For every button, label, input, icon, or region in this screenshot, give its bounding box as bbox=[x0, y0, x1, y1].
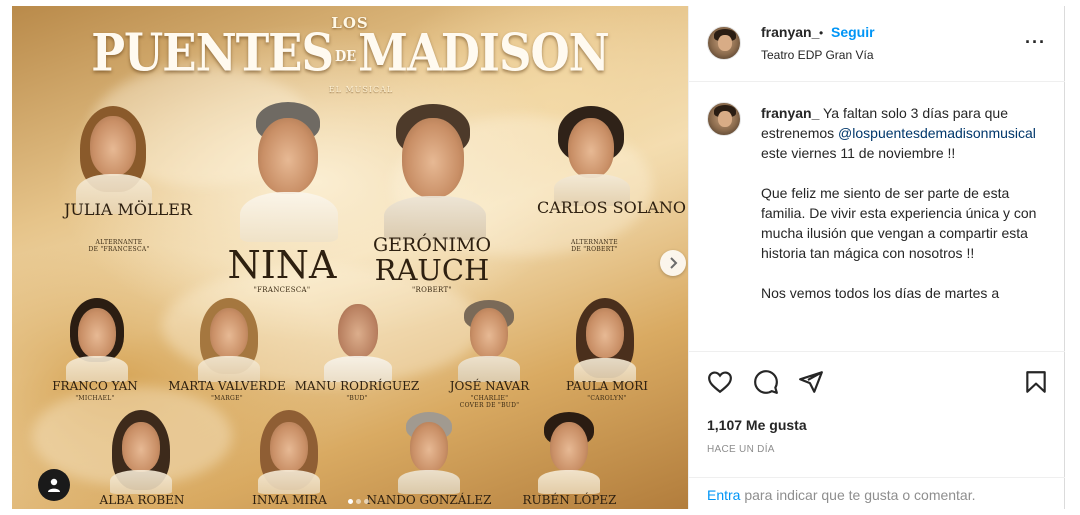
portrait-inma bbox=[256, 410, 322, 494]
likes-count[interactable]: 1,107 Me gusta bbox=[707, 417, 807, 433]
portrait-franco bbox=[64, 298, 130, 382]
cast-name: CARLOS SOLANO bbox=[537, 198, 687, 217]
cast-name: NANDO GONZÁLEZ bbox=[366, 493, 492, 507]
cast-name: MARTA VALVERDE bbox=[168, 379, 286, 393]
cast-role: "CAROLYN" bbox=[587, 395, 627, 402]
post-timestamp[interactable]: HACE UN DÍA bbox=[707, 444, 775, 455]
caption-text: este viernes 11 de noviembre !! bbox=[761, 145, 956, 161]
avatar[interactable] bbox=[707, 102, 741, 136]
share-icon[interactable] bbox=[798, 369, 824, 395]
caption-paragraph: Que feliz me siento de ser parte de esta… bbox=[761, 185, 1037, 261]
user-icon[interactable] bbox=[38, 469, 70, 501]
portrait-nando bbox=[396, 410, 462, 494]
logo-subtitle: EL MUSICAL bbox=[328, 85, 394, 94]
comment-icon[interactable] bbox=[753, 369, 779, 395]
cast-role: ALTERNANTE DE "FRANCESCA" bbox=[88, 239, 150, 253]
cast-name: INMA MIRA bbox=[252, 493, 327, 507]
follow-button[interactable]: Seguir bbox=[831, 24, 875, 40]
cast-role: "MICHAEL" bbox=[75, 395, 115, 402]
cast-role: "ROBERT" bbox=[412, 286, 452, 294]
carousel-dots bbox=[348, 491, 378, 504]
cast-role: "BUD" bbox=[346, 395, 368, 402]
login-prompt-text: para indicar que te gusta o comentar. bbox=[740, 487, 976, 503]
post-actions: 1,107 Me gusta HACE UN DÍA Entra para in… bbox=[689, 351, 1065, 509]
portrait-nina bbox=[234, 102, 344, 242]
portrait-marta bbox=[196, 298, 262, 382]
cast-name: RAUCH bbox=[374, 253, 490, 287]
username[interactable]: franyan_ bbox=[761, 24, 819, 40]
cast-name: PAULA MORI bbox=[565, 379, 649, 393]
caption-mention[interactable]: @lospuentesdemadisonmusical bbox=[838, 125, 1036, 141]
portrait-carlos bbox=[552, 106, 632, 206]
post-header: franyan_ • Seguir Teatro EDP Gran Vía ··… bbox=[689, 6, 1065, 82]
cast-name: RUBÉN LÓPEZ bbox=[522, 493, 617, 507]
cast-name: JOSÉ NAVAR bbox=[449, 379, 530, 393]
separator-dot: • bbox=[819, 26, 824, 40]
heart-icon[interactable] bbox=[707, 369, 733, 395]
post-sidebar: franyan_ • Seguir Teatro EDP Gran Vía ··… bbox=[688, 6, 1065, 509]
location-link[interactable]: Teatro EDP Gran Vía bbox=[761, 48, 874, 62]
post-caption: franyan_ Ya faltan solo 3 días para que … bbox=[761, 103, 1046, 348]
cast-role: ALTERNANTE DE "ROBERT" bbox=[571, 239, 618, 253]
cast-name: JULIA MÖLLER bbox=[64, 200, 192, 219]
avatar[interactable] bbox=[707, 26, 741, 60]
cast-name: ALBA ROBEN bbox=[99, 493, 185, 507]
bookmark-icon[interactable] bbox=[1023, 369, 1049, 395]
portrait-jose bbox=[456, 298, 522, 382]
portrait-ruben bbox=[536, 410, 602, 494]
cast-name: MANU RODRÍGUEZ bbox=[294, 379, 420, 393]
caption-paragraph: Nos vemos todos los días de martes a bbox=[761, 285, 1000, 301]
login-link[interactable]: Entra bbox=[707, 487, 740, 503]
carousel-dot bbox=[356, 499, 361, 504]
cast-role: "CHARLIE" COVER DE "BUD" bbox=[459, 395, 520, 409]
more-horizontal-icon[interactable]: ··· bbox=[1025, 32, 1046, 53]
logo-title: PUENTES DEMADISON bbox=[91, 22, 610, 83]
comment-bar: Entra para indicar que te gusta o coment… bbox=[689, 477, 1065, 510]
post-image[interactable]: LOS PUENTES DEMADISON EL MUSICAL JULIA MÖ… bbox=[12, 6, 688, 509]
portrait-paula bbox=[572, 298, 638, 382]
instagram-post-window: LOS PUENTES DEMADISON EL MUSICAL JULIA MÖ… bbox=[0, 0, 1080, 515]
cast-name: FRANCO YAN bbox=[52, 379, 138, 393]
portrait-julia bbox=[72, 104, 162, 214]
portrait-alba bbox=[108, 410, 174, 494]
cast-role: "MARGE" bbox=[211, 395, 243, 402]
chevron-right-icon[interactable] bbox=[660, 250, 686, 276]
caption-username[interactable]: franyan_ bbox=[761, 105, 819, 121]
cast-name: NINA bbox=[227, 243, 337, 287]
login-prompt: Entra para indicar que te gusta o coment… bbox=[707, 487, 976, 503]
portrait-geronimo bbox=[380, 104, 490, 240]
carousel-dot bbox=[364, 499, 369, 504]
cast-role: "FRANCESCA" bbox=[253, 286, 311, 294]
carousel-dot bbox=[348, 499, 353, 504]
portrait-manu bbox=[322, 298, 394, 382]
